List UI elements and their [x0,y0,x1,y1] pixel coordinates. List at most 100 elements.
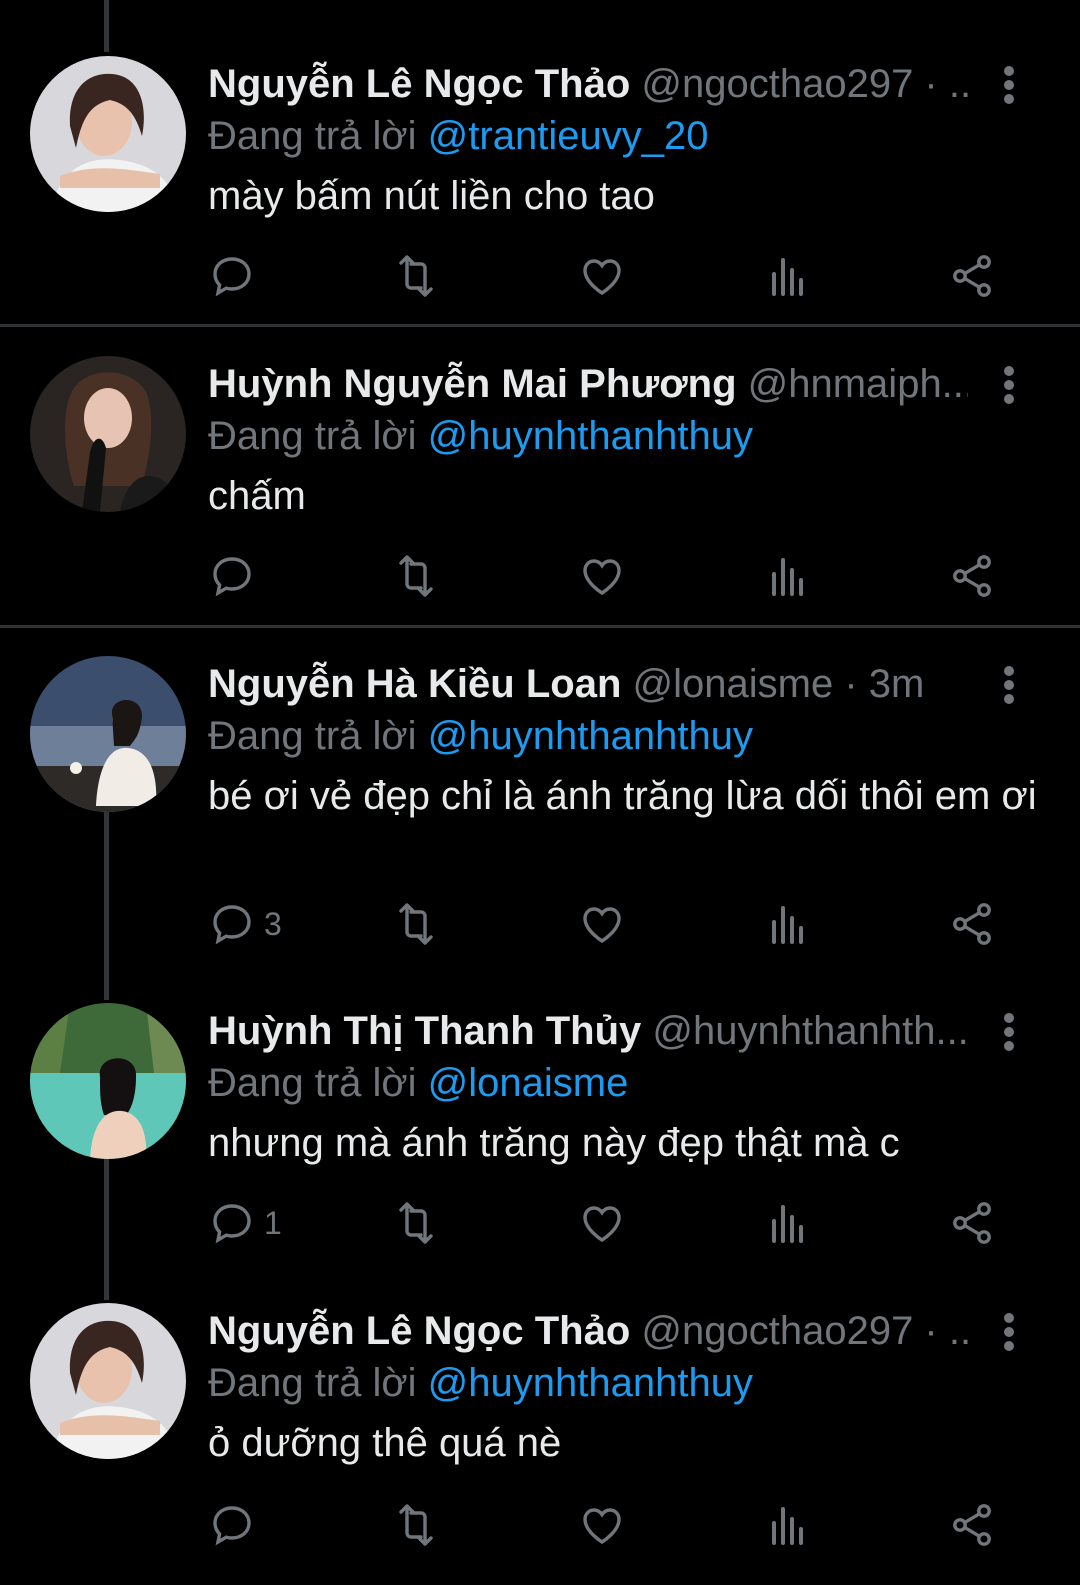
reply-icon [213,1204,251,1244]
share-button[interactable] [948,896,996,952]
tweet[interactable]: Huỳnh Thị Thanh Thủy @huynhthanhth... Đa… [0,1003,1080,1273]
reply-feed: Nguyễn Lê Ngọc Thảo @ngocthao297 · ... Đ… [0,0,1080,1585]
avatar-image [30,1303,186,1459]
views-icon [772,906,803,944]
views-icon [772,558,803,596]
tweet-header: Nguyễn Hà Kiều Loan @lonaisme · 3m [208,656,968,712]
reply-button[interactable]: 3 [208,896,282,952]
handle-and-time[interactable]: @hnmaiph... [748,362,968,406]
share-icon [953,555,991,597]
reply-mention-link[interactable]: @huynhthanhthuy [428,414,753,458]
tweet-header: Nguyễn Lê Ngọc Thảo @ngocthao297 · ... [208,56,968,112]
retweet-icon [399,1202,433,1244]
replying-to: Đang trả lời @huynhthanhthuy [208,410,753,462]
like-button[interactable] [578,248,626,304]
tweet-header: Huỳnh Thị Thanh Thủy @huynhthanhth... [208,1003,968,1059]
share-icon [953,1202,991,1244]
replying-to: Đang trả lời @huynhthanhthuy [208,1357,753,1409]
reply-icon [213,905,251,945]
like-icon [583,907,621,943]
more-icon[interactable] [992,1009,1026,1055]
share-button[interactable] [948,248,996,304]
avatar-image [30,356,186,512]
reply-icon [213,1506,251,1546]
reply-count: 3 [264,905,282,942]
views-button[interactable] [764,548,812,604]
replying-to-label: Đang trả lời [208,114,417,158]
replying-to-label: Đang trả lời [208,1361,417,1405]
reply-mention-link[interactable]: @huynhthanhthuy [428,1361,753,1405]
views-icon [772,258,803,296]
reply-mention-link[interactable]: @lonaisme [428,1061,629,1105]
like-icon [583,559,621,595]
more-icon[interactable] [992,62,1026,108]
tweet-header: Huỳnh Nguyễn Mai Phương @hnmaiph... [208,356,968,412]
share-button[interactable] [948,1195,996,1251]
views-button[interactable] [764,1497,812,1553]
retweet-button[interactable] [392,248,440,304]
tweet-text: nhưng mà ánh trăng này đẹp thật mà c [208,1121,900,1165]
handle-and-time[interactable]: @huynhthanhth... [652,1009,968,1053]
tweet[interactable]: Nguyễn Lê Ngọc Thảo @ngocthao297 · ... Đ… [0,1303,1080,1585]
reply-button[interactable]: 1 [208,1195,282,1251]
reply-icon [213,557,251,597]
tweet-actions [208,548,1008,604]
like-button[interactable] [578,896,626,952]
avatar[interactable] [30,656,186,812]
like-icon [583,1508,621,1544]
views-button[interactable] [764,896,812,952]
more-icon[interactable] [992,662,1026,708]
handle-and-time[interactable]: @ngocthao297 · ... [641,62,968,106]
more-icon[interactable] [992,1309,1026,1355]
avatar-image [30,1003,186,1159]
replying-to-label: Đang trả lời [208,1061,417,1105]
display-name[interactable]: Huỳnh Thị Thanh Thủy [208,1009,641,1053]
retweet-icon [399,255,433,297]
tweet-text: mày bấm nút liền cho tao [208,174,655,218]
tweet[interactable]: Nguyễn Lê Ngọc Thảo @ngocthao297 · ... Đ… [0,56,1080,326]
tweet[interactable]: Nguyễn Hà Kiều Loan @lonaisme · 3m Đang … [0,656,1080,976]
like-button[interactable] [578,1195,626,1251]
tweet-actions [208,1497,1008,1553]
like-button[interactable] [578,548,626,604]
tweet-actions: 1 [208,1195,1008,1251]
display-name[interactable]: Huỳnh Nguyễn Mai Phương [208,362,737,406]
retweet-button[interactable] [392,1195,440,1251]
avatar-image [30,56,186,212]
reply-button[interactable] [208,1497,264,1553]
retweet-button[interactable] [392,548,440,604]
avatar[interactable] [30,56,186,212]
display-name[interactable]: Nguyễn Hà Kiều Loan [208,662,621,706]
tweet-actions [208,248,1008,304]
reply-mention-link[interactable]: @huynhthanhthuy [428,714,753,758]
display-name[interactable]: Nguyễn Lê Ngọc Thảo [208,62,630,106]
tweet-header: Nguyễn Lê Ngọc Thảo @ngocthao297 · ... [208,1303,968,1359]
reply-button[interactable] [208,248,264,304]
retweet-icon [399,555,433,597]
reply-mention-link[interactable]: @trantieuvy_20 [428,114,709,158]
views-button[interactable] [764,248,812,304]
reply-button[interactable] [208,548,264,604]
handle-and-time[interactable]: @lonaisme · 3m [633,662,925,706]
avatar[interactable] [30,356,186,512]
retweet-button[interactable] [392,896,440,952]
tweet-text: ỏ dưỡng thê quá nè [208,1421,562,1465]
retweet-icon [399,1504,433,1546]
retweet-button[interactable] [392,1497,440,1553]
views-button[interactable] [764,1195,812,1251]
more-icon[interactable] [992,362,1026,408]
share-button[interactable] [948,1497,996,1553]
reply-count: 1 [264,1204,282,1241]
share-button[interactable] [948,548,996,604]
display-name[interactable]: Nguyễn Lê Ngọc Thảo [208,1309,630,1353]
replying-to-label: Đang trả lời [208,714,417,758]
avatar-image [30,656,186,812]
avatar[interactable] [30,1303,186,1459]
replying-to: Đang trả lời @lonaisme [208,1057,628,1109]
replying-to: Đang trả lời @huynhthanhthuy [208,710,753,762]
like-icon [583,259,621,295]
handle-and-time[interactable]: @ngocthao297 · ... [641,1309,968,1353]
tweet[interactable]: Huỳnh Nguyễn Mai Phương @hnmaiph... Đang… [0,356,1080,626]
like-button[interactable] [578,1497,626,1553]
avatar[interactable] [30,1003,186,1159]
